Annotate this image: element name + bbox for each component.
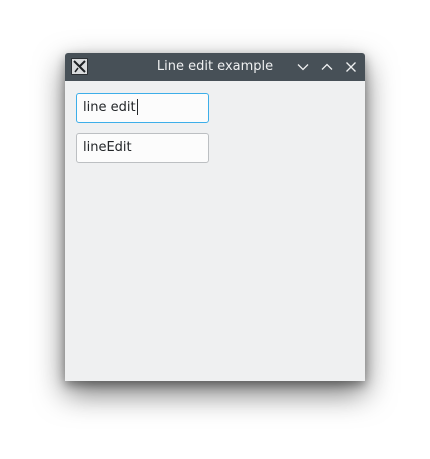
text-caret <box>136 98 138 115</box>
x-window-icon[interactable] <box>71 58 88 75</box>
title-bar[interactable]: Line edit example <box>65 53 365 81</box>
line-edit-field-2[interactable]: lineEdit <box>76 133 209 163</box>
minimize-button[interactable] <box>295 59 311 75</box>
line-edit-value-2: lineEdit <box>83 140 132 155</box>
maximize-button[interactable] <box>319 59 335 75</box>
desktop: Line edit example line edit lineEdit <box>0 0 430 459</box>
close-button[interactable] <box>343 59 359 75</box>
window-content: line edit lineEdit <box>65 81 365 381</box>
line-edit-value-1: line edit <box>83 100 136 115</box>
window-title: Line edit example <box>156 59 274 74</box>
line-edit-field-1[interactable]: line edit <box>76 93 209 123</box>
chevron-up-icon <box>321 63 333 70</box>
app-window: Line edit example line edit lineEdit <box>65 53 365 381</box>
close-icon <box>346 62 356 72</box>
chevron-down-icon <box>297 64 309 71</box>
